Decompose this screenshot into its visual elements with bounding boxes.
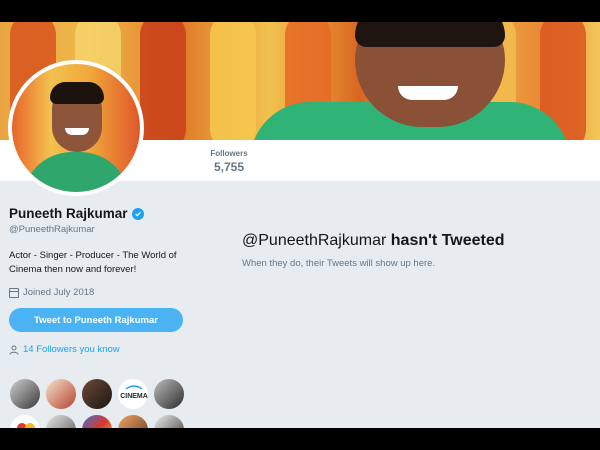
verified-badge-icon [131, 207, 144, 220]
profile-avatar[interactable] [8, 60, 144, 196]
empty-timeline-suffix: hasn't Tweeted [390, 232, 505, 249]
banner-person-hair [355, 22, 505, 47]
banner-garland [210, 22, 256, 140]
follower-avatar[interactable] [153, 414, 185, 428]
avatar-hair [50, 82, 104, 104]
twitter-profile-page: Followers 5,755 Puneeth Rajkumar @Puneet… [0, 22, 600, 428]
joined-date: Joined July 2018 [9, 287, 189, 298]
colorful-logo-icon [17, 423, 35, 428]
followers-label: Followers [210, 149, 248, 158]
follower-avatar[interactable] [45, 414, 77, 428]
empty-timeline: @PuneethRajkumar hasn't Tweeted When the… [242, 232, 582, 269]
follower-avatar[interactable] [45, 378, 77, 410]
followers-count: 5,755 [213, 160, 245, 174]
banner-garland [140, 22, 186, 140]
empty-timeline-subtitle: When they do, their Tweets will show up … [242, 258, 436, 269]
svg-text:CINEMA: CINEMA [120, 393, 148, 400]
followers-you-know-link[interactable]: 14 Followers you know [9, 344, 189, 355]
profile-handle[interactable]: @PuneethRajkumar [9, 224, 189, 235]
follower-avatar[interactable] [117, 414, 149, 428]
avatar-shirt [22, 152, 130, 192]
banner-person-smile [398, 86, 458, 100]
follower-avatar[interactable] [81, 414, 113, 428]
follower-avatar[interactable] [153, 378, 185, 410]
cinema-logo-icon: CINEMA [120, 385, 148, 400]
calendar-icon [9, 287, 19, 298]
follower-avatar[interactable] [81, 378, 113, 410]
name-row: Puneeth Rajkumar [9, 206, 189, 221]
followers-stat[interactable]: Followers 5,755 [206, 149, 252, 174]
follower-avatar[interactable] [9, 378, 41, 410]
profile-sidebar: Puneeth Rajkumar @PuneethRajkumar Actor … [9, 206, 189, 355]
empty-timeline-title: @PuneethRajkumar hasn't Tweeted [242, 232, 582, 250]
followers-you-know-text: 14 Followers you know [23, 344, 120, 355]
profile-bio: Actor - Singer - Producer - The World of… [9, 250, 177, 275]
follower-avatar[interactable] [9, 414, 41, 428]
joined-text: Joined July 2018 [23, 287, 95, 298]
avatar-smile [65, 128, 89, 135]
follower-avatar[interactable]: CINEMA [117, 378, 149, 410]
tweet-to-button[interactable]: Tweet to Puneeth Rajkumar [9, 308, 183, 332]
empty-timeline-handle: @PuneethRajkumar [242, 232, 387, 249]
profile-name[interactable]: Puneeth Rajkumar [9, 206, 128, 221]
person-icon [9, 345, 19, 355]
avatar-image [12, 64, 140, 192]
